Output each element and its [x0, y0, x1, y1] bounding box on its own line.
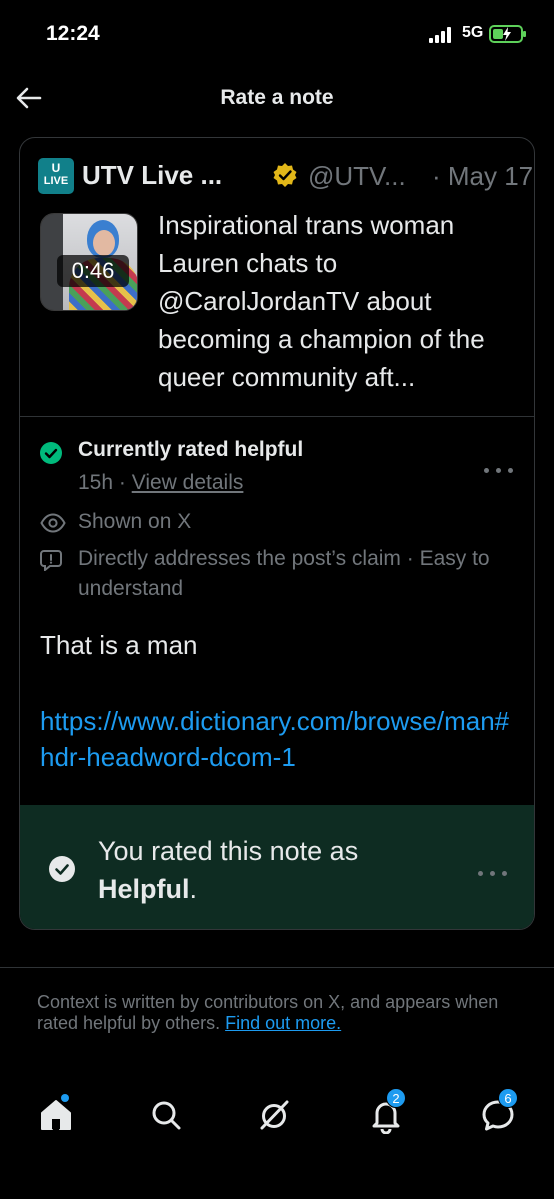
- more-options-icon[interactable]: [482, 460, 516, 480]
- video-duration: 0:46: [57, 255, 129, 287]
- status-meta: 15h · View details: [78, 471, 243, 495]
- note-age: 15h ·: [78, 471, 132, 494]
- messages-tab[interactable]: 6: [479, 1088, 519, 1136]
- check-circle-icon: [49, 856, 75, 882]
- home-tab[interactable]: [37, 1094, 77, 1136]
- divider: [20, 416, 534, 417]
- note-text: That is a man: [40, 630, 198, 660]
- bottom-tab-bar: 2 6: [0, 1086, 554, 1146]
- verified-badge-icon: [272, 162, 298, 188]
- post-author-name: UTV Live ...: [82, 160, 223, 190]
- your-rating-panel: You rated this note as Helpful.: [20, 805, 534, 929]
- post-date: · May 17: [432, 161, 534, 191]
- home-unread-dot: [61, 1094, 69, 1102]
- page-title: Rate a note: [220, 86, 334, 109]
- battery-icon: [489, 25, 526, 43]
- find-out-more-link[interactable]: Find out more.: [225, 1013, 341, 1033]
- check-circle-icon: [40, 442, 62, 464]
- shown-on-row: Shown on X: [40, 510, 514, 538]
- notifications-tab[interactable]: 2: [367, 1088, 407, 1136]
- view-details-link[interactable]: View details: [132, 471, 244, 494]
- rated-value: Helpful: [98, 874, 190, 904]
- note-source-link[interactable]: https://www.dictionary.com/browse/man#hd…: [40, 703, 520, 775]
- divider: [0, 967, 554, 968]
- shown-on-text: Shown on X: [78, 510, 192, 533]
- search-tab[interactable]: [147, 1096, 187, 1136]
- status-time: 12:24: [46, 22, 100, 45]
- header: Rate a note: [0, 75, 554, 123]
- rated-prefix: You rated this note as: [98, 836, 359, 866]
- note-card: U LIVE UTV Live ... @UTV... · May 17 0:4…: [19, 137, 535, 930]
- reasons-text: Directly addresses the post’s claim · Ea…: [78, 547, 490, 600]
- notifications-badge: 2: [386, 1088, 406, 1108]
- post-handle: @UTV...: [308, 161, 406, 191]
- quoted-post[interactable]: U LIVE UTV Live ... @UTV... · May 17 0:4…: [20, 138, 534, 416]
- note-status: Currently rated helpful 15h · View detai…: [40, 438, 514, 498]
- eye-icon: [40, 513, 66, 533]
- home-icon: [41, 1100, 71, 1130]
- grok-icon: [260, 1100, 289, 1130]
- rating-more-options-icon[interactable]: [476, 863, 510, 883]
- rated-text: You rated this note as Helpful.: [98, 832, 358, 908]
- post-header: U LIVE UTV Live ... @UTV... · May 17: [38, 158, 533, 194]
- rated-suffix: .: [189, 874, 198, 904]
- utv-live-logo: U LIVE: [38, 158, 74, 194]
- status-title: Currently rated helpful: [78, 438, 304, 461]
- network-label: 5G: [462, 24, 484, 41]
- context-info: Context is written by contributors on X,…: [37, 992, 507, 1034]
- signal-icon: [429, 27, 455, 43]
- messages-badge: 6: [498, 1088, 518, 1108]
- status-bar: 12:24 5G: [0, 0, 554, 70]
- speech-bubble-alert-icon: [40, 549, 62, 573]
- grok-tab[interactable]: [256, 1096, 296, 1136]
- post-text: Inspirational trans woman Lauren chats t…: [158, 210, 485, 392]
- search-icon: [152, 1101, 181, 1130]
